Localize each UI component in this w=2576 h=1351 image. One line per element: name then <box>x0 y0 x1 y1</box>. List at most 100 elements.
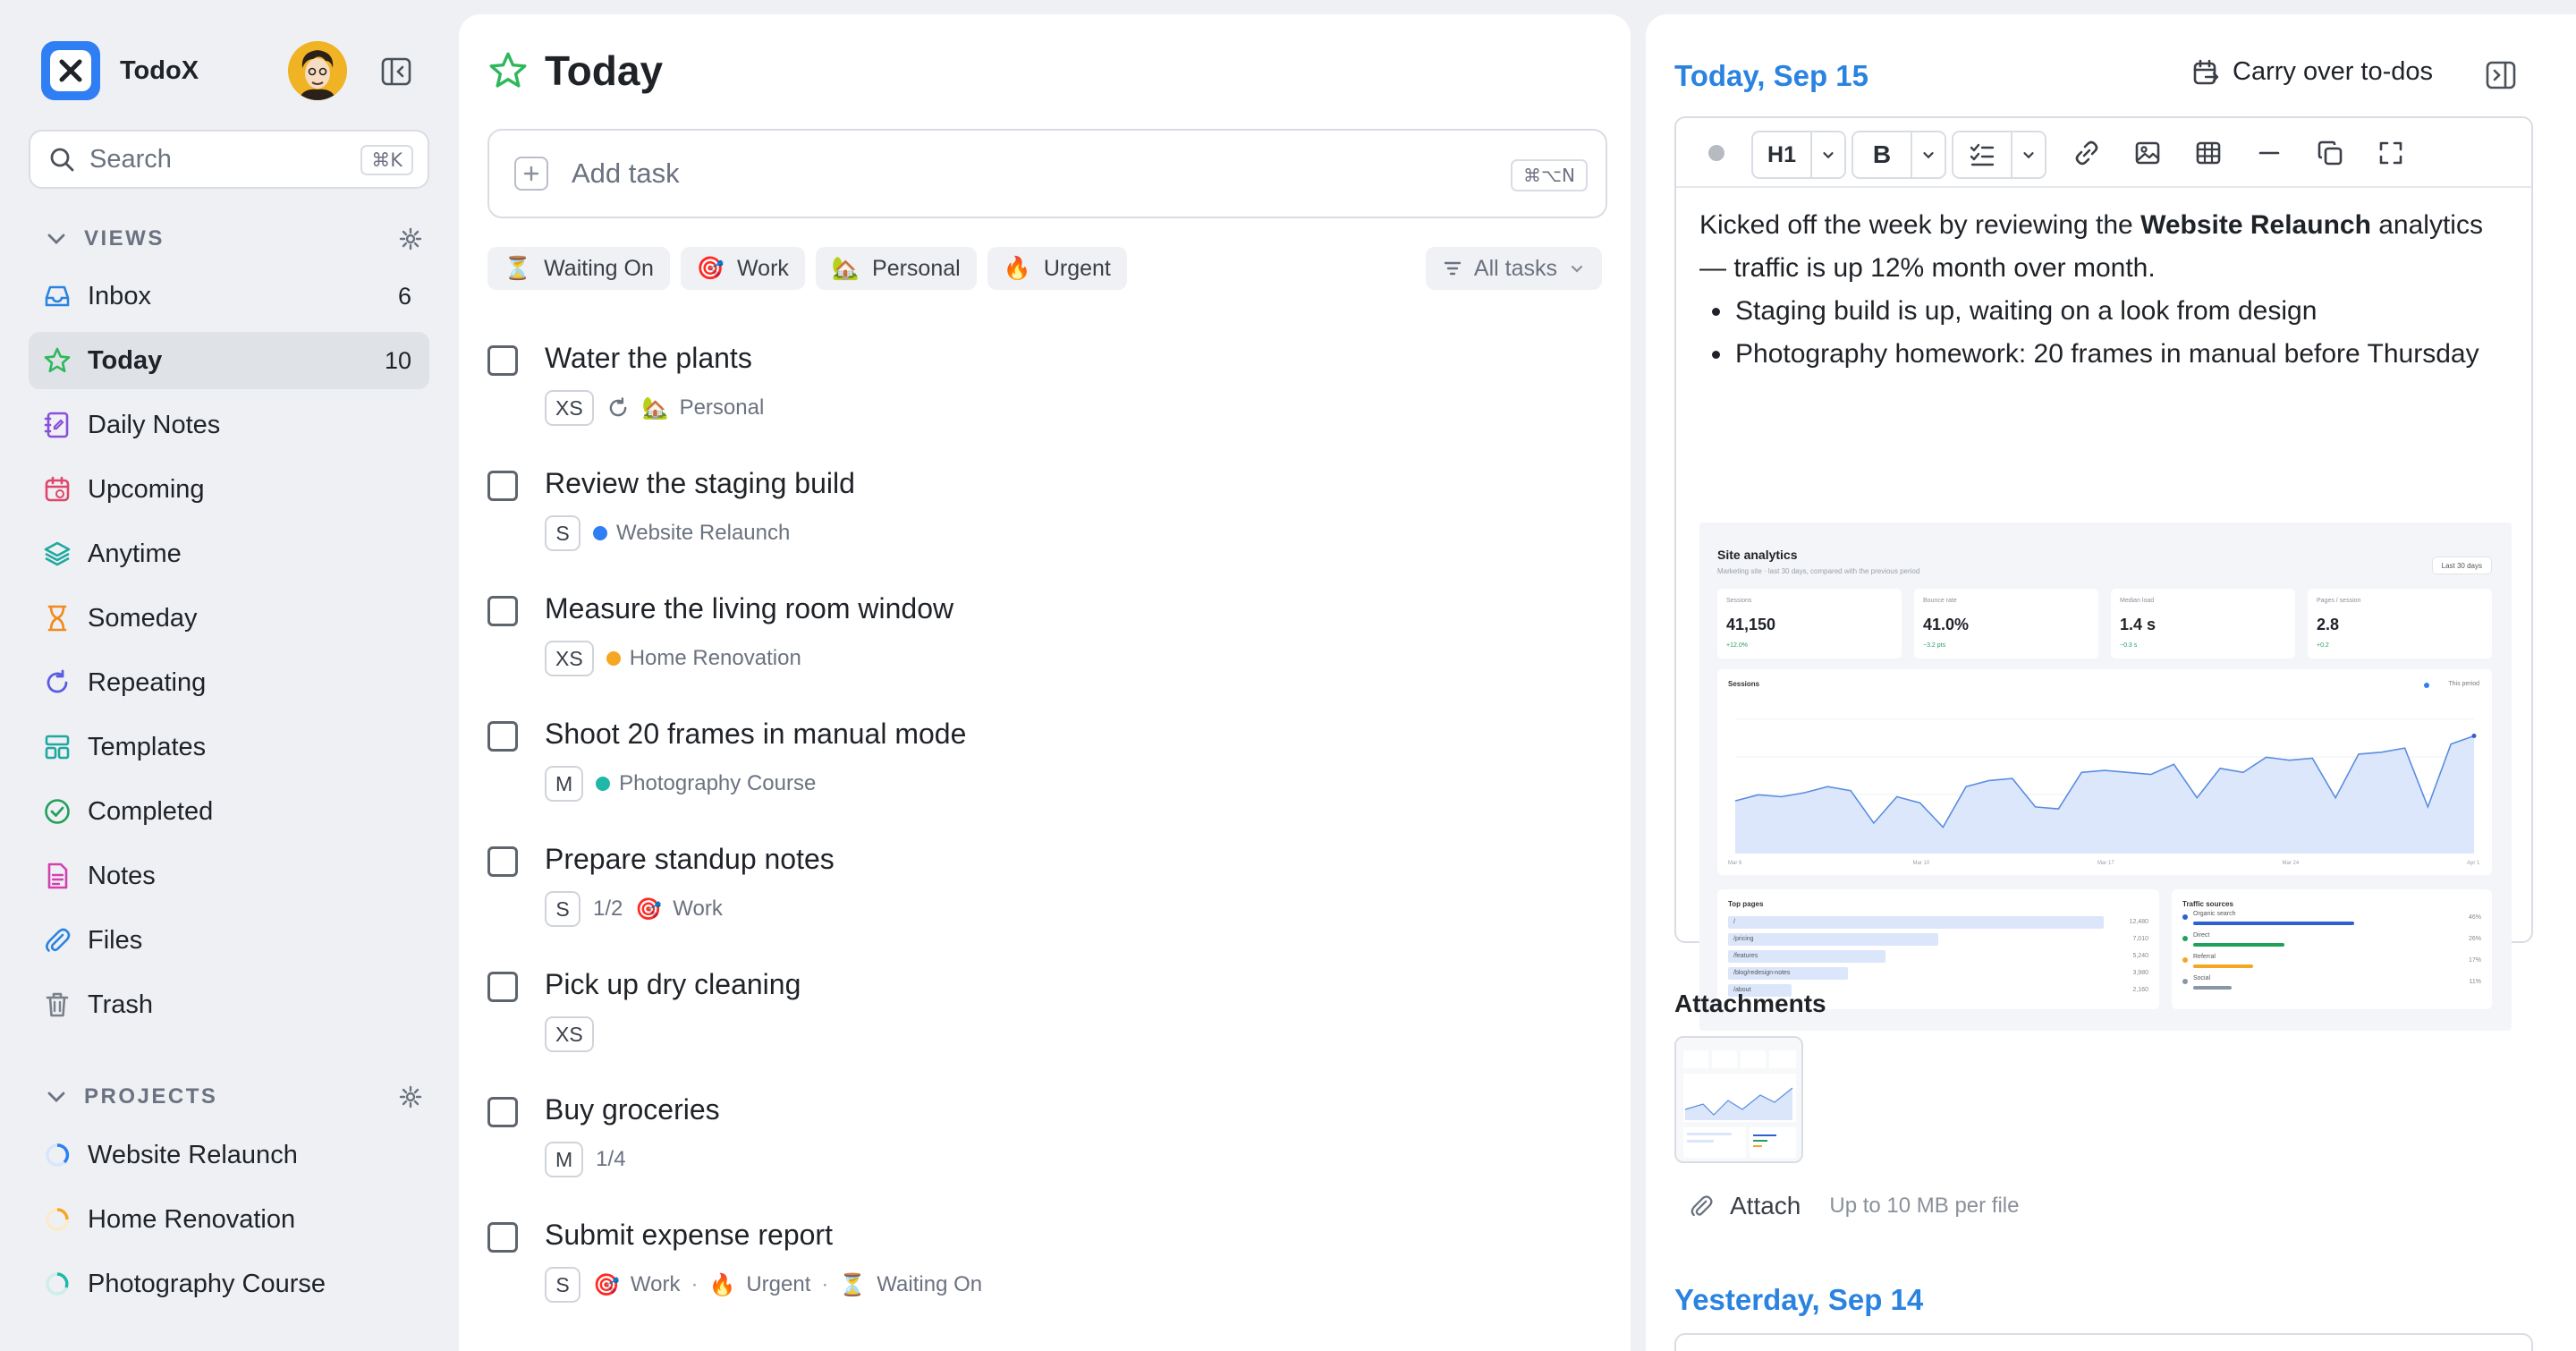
top-page-row: /pricing 7,010 <box>1728 933 2148 946</box>
sidebar-item-repeating[interactable]: Repeating <box>29 654 429 711</box>
sidebar-item-anytime[interactable]: Anytime <box>29 525 429 582</box>
search-input[interactable]: Search ⌘K <box>29 130 429 189</box>
checklist-icon[interactable] <box>1953 132 2011 177</box>
task-checkbox[interactable] <box>487 972 518 1002</box>
separator: · <box>691 1272 699 1296</box>
views-section-header[interactable]: VIEWS <box>45 221 429 257</box>
task-checkbox[interactable] <box>487 846 518 877</box>
task-checkbox[interactable] <box>487 345 518 376</box>
task-title[interactable]: Buy groceries <box>545 1093 720 1126</box>
sidebar-item-completed[interactable]: Completed <box>29 783 429 840</box>
all-tasks-dropdown[interactable]: All tasks <box>1425 247 1602 290</box>
sidebar-item-daily-notes[interactable]: Daily Notes <box>29 396 429 454</box>
attach-limit-note: Up to 10 MB per file <box>1829 1194 2020 1218</box>
gear-icon[interactable] <box>399 1085 422 1109</box>
attachment-thumbnail[interactable] <box>1674 1036 1803 1163</box>
filter-chip-work[interactable]: 🎯 Work <box>680 247 805 290</box>
daily-note-editor[interactable]: H1 B Kicked off the week by reviewing th… <box>1674 116 2533 1031</box>
yesterday-note-editor[interactable] <box>1674 1333 2533 1351</box>
size-badge[interactable]: S <box>545 515 580 551</box>
sidebar: TodoX Search ⌘K VIEWS Inbox 6 Today 10 D… <box>0 0 459 1351</box>
stat-label: Sessions <box>1726 598 1752 604</box>
sidebar-item-files[interactable]: Files <box>29 912 429 969</box>
tag-label: Work <box>630 1272 681 1296</box>
yesterday-date-header[interactable]: Yesterday, Sep 14 <box>1674 1283 1923 1317</box>
chevron-down-icon[interactable] <box>2012 132 2045 177</box>
size-badge[interactable]: S <box>545 891 580 927</box>
project-dot <box>606 651 621 666</box>
traffic-label: Referral <box>2193 954 2216 960</box>
task-checkbox[interactable] <box>487 471 518 501</box>
sidebar-project-photography-course[interactable]: Photography Course <box>29 1255 429 1313</box>
projects-section-header[interactable]: PROJECTS <box>45 1079 429 1115</box>
image-icon[interactable] <box>2125 131 2170 175</box>
copy-icon[interactable] <box>2308 131 2352 175</box>
task-title[interactable]: Water the plants <box>545 342 752 375</box>
chevron-down-icon[interactable] <box>1912 132 1945 177</box>
task-title[interactable]: Prepare standup notes <box>545 843 835 876</box>
top-page-value: 7,010 <box>2132 936 2148 942</box>
paperclip-icon[interactable] <box>1689 1194 1714 1219</box>
size-badge[interactable]: M <box>545 1142 584 1177</box>
size-badge[interactable]: M <box>545 766 584 802</box>
size-badge[interactable]: XS <box>545 390 594 426</box>
carry-over-button[interactable]: Carry over to-dos <box>2191 57 2433 87</box>
sidebar-item-trash[interactable]: Trash <box>29 976 429 1033</box>
stat-card: Median load 1.4 s −0.3 s <box>2111 589 2295 659</box>
avatar[interactable] <box>288 41 347 100</box>
table-icon[interactable] <box>2186 131 2231 175</box>
size-badge[interactable]: S <box>545 1267 580 1303</box>
task-title[interactable]: Shoot 20 frames in manual mode <box>545 718 966 751</box>
embed-title: Site analytics <box>1717 548 1798 562</box>
sidebar-item-someday[interactable]: Someday <box>29 590 429 647</box>
brand[interactable]: TodoX <box>41 41 199 100</box>
filter-chip-waiting-on[interactable]: ⏳ Waiting On <box>487 247 670 290</box>
filter-chip-urgent[interactable]: 🔥 Urgent <box>987 247 1127 290</box>
star-icon <box>44 347 71 373</box>
note-body[interactable]: Kicked off the week by reviewing the Web… <box>1699 204 2504 376</box>
bold-button[interactable]: B <box>1853 132 1911 177</box>
task-checkbox[interactable] <box>487 1222 518 1253</box>
chip-label: Urgent <box>1043 255 1111 281</box>
gear-icon[interactable] <box>399 227 422 251</box>
carry-over-label: Carry over to-dos <box>2233 57 2434 86</box>
sidebar-project-home-renovation[interactable]: Home Renovation <box>29 1191 429 1248</box>
sidebar-item-upcoming[interactable]: Upcoming <box>29 461 429 518</box>
paperclip-icon <box>46 928 71 952</box>
heading-button[interactable]: H1 <box>1753 132 1810 177</box>
task-checkbox[interactable] <box>487 1097 518 1127</box>
size-badge[interactable]: XS <box>545 641 594 676</box>
fullscreen-icon[interactable] <box>2368 131 2413 175</box>
add-task-input[interactable]: Add task ⌘⌥N <box>487 129 1607 218</box>
project-label: Website Relaunch <box>88 1140 298 1169</box>
task-title[interactable]: Submit expense report <box>545 1219 833 1252</box>
search-placeholder: Search <box>89 144 172 174</box>
x-tick-label: Mar 10 <box>1912 861 1930 866</box>
filter-chip-personal[interactable]: 🏡 Personal <box>815 247 977 290</box>
task-title[interactable]: Pick up dry cleaning <box>545 968 801 1001</box>
task-checkbox[interactable] <box>487 596 518 626</box>
embedded-analytics-image[interactable]: Site analytics Marketing site · last 30 … <box>1699 523 2512 1031</box>
task-title[interactable]: Review the staging build <box>545 467 855 500</box>
task-meta: XS Home Renovation <box>545 641 801 676</box>
today-date-header[interactable]: Today, Sep 15 <box>1674 59 1868 93</box>
sidebar-item-notes[interactable]: Notes <box>29 847 429 905</box>
link-icon[interactable] <box>2064 131 2109 175</box>
horizontal-rule-icon[interactable] <box>2247 131 2292 175</box>
task-checkbox[interactable] <box>487 721 518 752</box>
sidebar-item-today[interactable]: Today 10 <box>29 332 429 389</box>
traffic-bar <box>2193 922 2354 925</box>
task-title[interactable]: Measure the living room window <box>545 592 953 625</box>
close-panel-icon[interactable] <box>2485 59 2517 91</box>
sidebar-project-website-relaunch[interactable]: Website Relaunch <box>29 1126 429 1184</box>
size-badge[interactable]: XS <box>545 1016 594 1052</box>
attach-button[interactable]: Attach <box>1730 1192 1801 1220</box>
note-bold-text: Website Relaunch <box>2140 210 2371 240</box>
sidebar-item-inbox[interactable]: Inbox 6 <box>29 268 429 325</box>
status-dot-icon[interactable] <box>1703 131 1730 175</box>
collapse-sidebar-icon[interactable] <box>380 55 412 88</box>
chevron-down-icon[interactable] <box>1812 132 1844 177</box>
sidebar-item-label: Templates <box>88 732 207 761</box>
sidebar-item-templates[interactable]: Templates <box>29 718 429 776</box>
task-meta: XS <box>545 1016 606 1052</box>
